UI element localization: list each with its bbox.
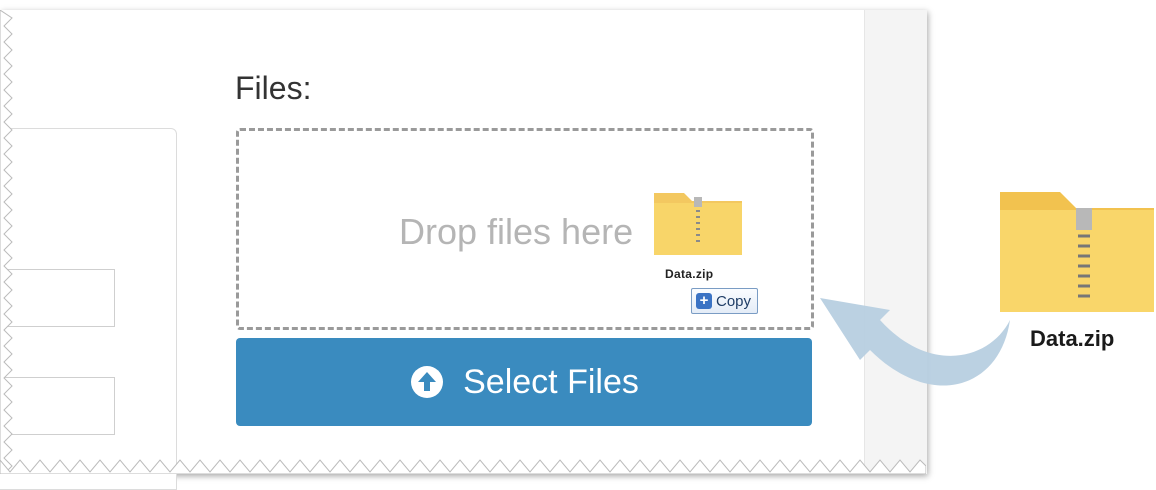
plus-icon: + — [696, 293, 712, 309]
torn-edge-left — [0, 10, 13, 474]
desktop-filename: Data.zip — [1030, 326, 1115, 351]
select-files-label: Select Files — [463, 362, 639, 401]
copy-tooltip-label: Copy — [716, 292, 752, 310]
left-form-card — [0, 128, 177, 490]
copy-tooltip: + Copy — [691, 288, 759, 314]
file-dropzone[interactable]: Drop files here Data.zip + Copy — [236, 128, 814, 330]
desktop-zip-folder-icon — [1000, 192, 1154, 312]
upload-circle-icon — [411, 366, 444, 398]
files-label: Files: — [235, 70, 312, 106]
dropzone-text: Drop files here — [399, 211, 634, 252]
torn-edge-bottom — [0, 459, 926, 474]
zip-folder-icon — [654, 193, 742, 255]
drag-filename: Data.zip — [665, 267, 714, 281]
select-files-button[interactable]: Select Files — [236, 338, 812, 426]
browser-panel: Files: Drop files here Data.zip + Copy S… — [0, 10, 927, 490]
